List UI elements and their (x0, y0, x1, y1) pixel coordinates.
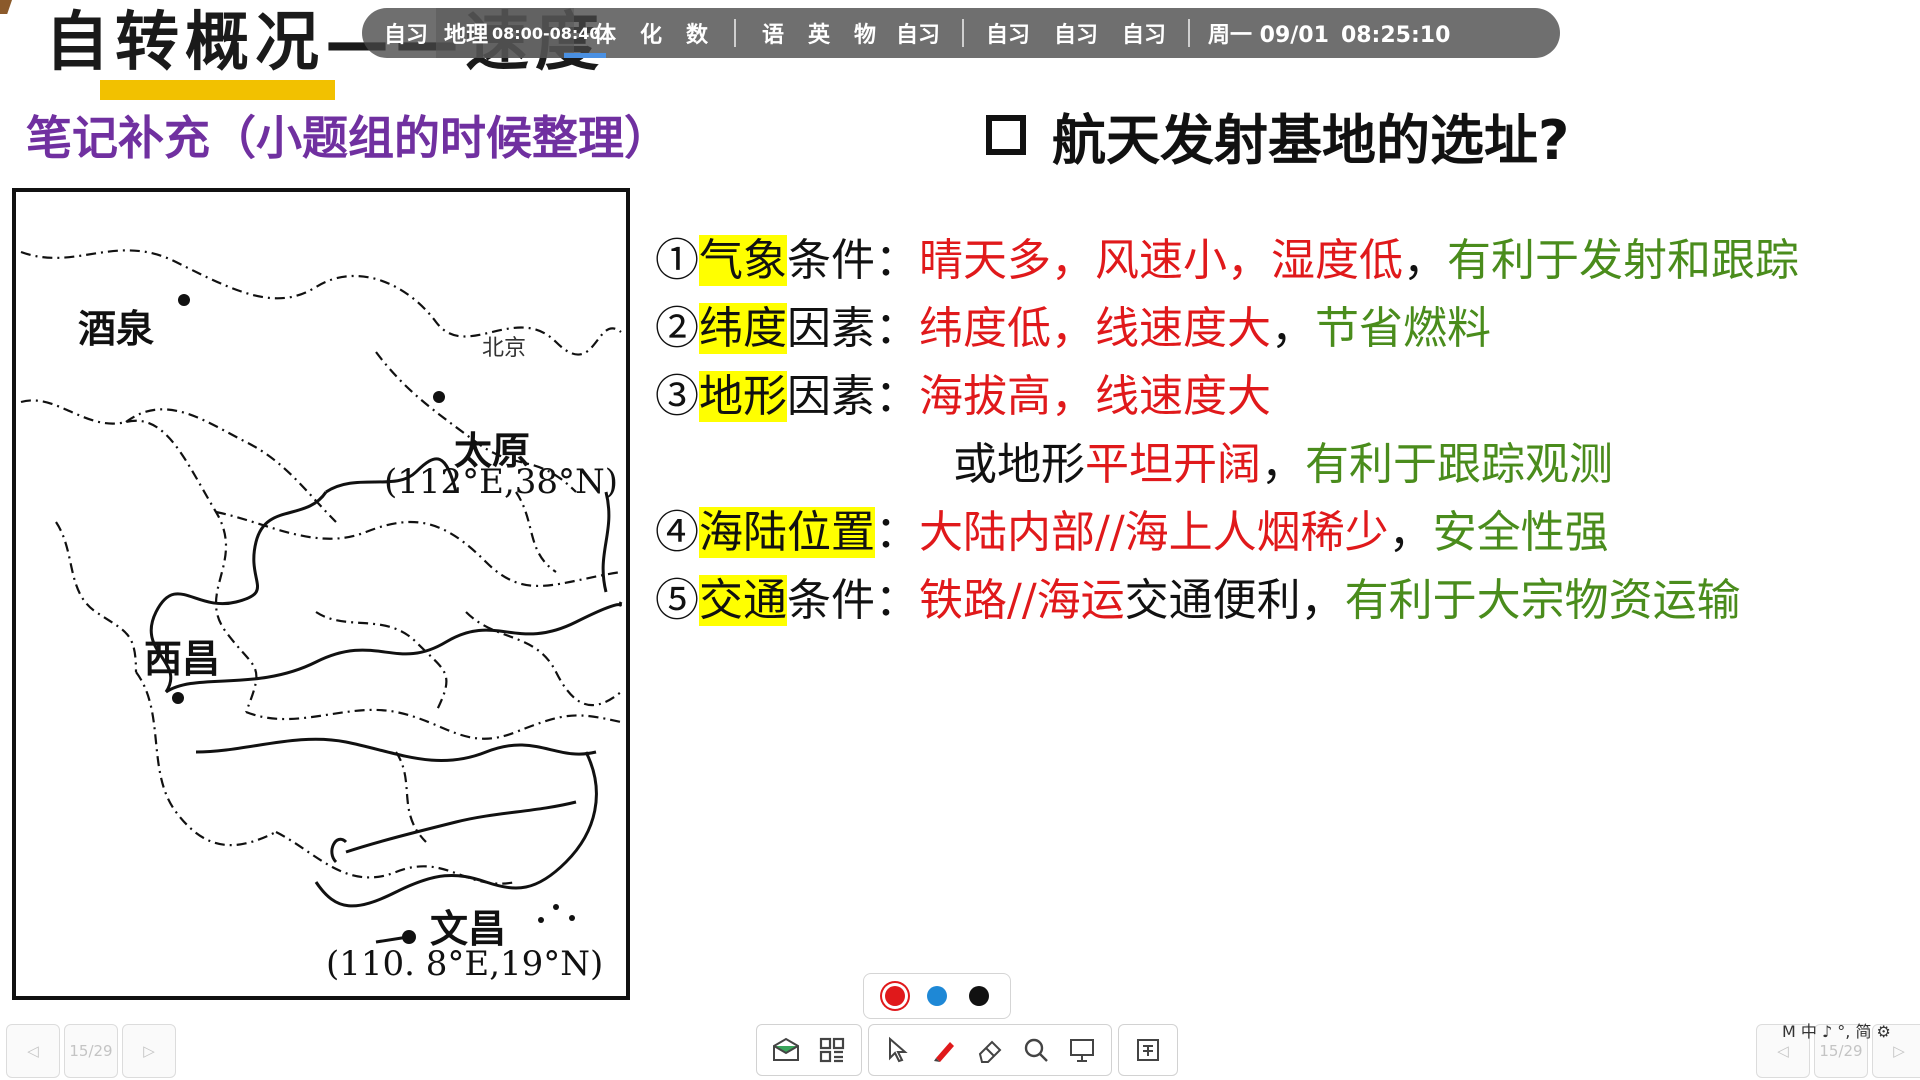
pen-color-palette (863, 973, 1011, 1019)
toolbar-group (1118, 1024, 1178, 1076)
schedule-slot: 自习 (1121, 23, 1166, 48)
toolbar-group (756, 1024, 862, 1076)
xichang-marker (172, 692, 184, 704)
note-keyword: 海陆位置 (699, 507, 875, 558)
schedule-slot: 体 (593, 23, 616, 48)
screen-icon[interactable] (1059, 1027, 1105, 1073)
city-label-xichang: 西昌 (144, 636, 221, 681)
checkbox-icon (986, 115, 1026, 155)
schedule-slot: 自习 (1053, 23, 1098, 48)
search-icon[interactable] (1013, 1027, 1059, 1073)
note-keyword: 气象 (699, 235, 787, 286)
clock-date: 周一 09/01 (1208, 23, 1329, 48)
note-item: ②纬度因素：纬度低，线速度大，节省燃料 (655, 303, 1491, 354)
schedule-slot: 化 (639, 23, 662, 48)
note-item: ③地形因素：海拔高，线速度大 (655, 371, 1271, 422)
export-icon[interactable] (1125, 1027, 1171, 1073)
eraser-icon[interactable] (967, 1027, 1013, 1073)
schedule-divider (1188, 19, 1190, 47)
pen-icon[interactable] (921, 1027, 967, 1073)
schedule-slot: 自习 (895, 23, 940, 48)
note-keyword: 地形 (699, 371, 787, 422)
note-item: ⑤交通条件：铁路//海运交通便利，有利于大宗物资运输 (655, 575, 1741, 626)
schedule-slot: 物 (853, 23, 876, 48)
note-item: ①气象条件：晴天多，风速小，湿度低，有利于发射和跟踪 (655, 235, 1799, 286)
slide-subtitle: 笔记补充（小题组的时候整理） (26, 111, 670, 165)
whiteboard-icon[interactable] (763, 1027, 809, 1073)
taiyuan-coordinates: (112°E,38°N) (384, 462, 619, 502)
color-swatch-blue[interactable] (927, 986, 947, 1006)
map-markers (172, 294, 575, 944)
page-indicator[interactable]: 15/29 (64, 1024, 118, 1078)
china-launch-sites-map: 酒泉 北京 太原 (112°E,38°N) 西昌 文昌 (110. 8°E,19… (12, 188, 630, 1000)
city-label-jiuquan: 酒泉 (78, 306, 155, 351)
clock-time: 08:25:10 (1340, 23, 1451, 48)
title-underline (100, 80, 335, 100)
note-keyword: 交通 (699, 575, 787, 626)
prev-page-button[interactable]: ◁ (6, 1024, 60, 1078)
taiyuan-marker (433, 391, 445, 403)
notes-list: ①气象条件：晴天多，风速小，湿度低，有利于发射和跟踪 ②纬度因素：纬度低，线速度… (655, 232, 1865, 640)
toolbar-group (868, 1024, 1112, 1076)
schedule-divider (734, 19, 736, 47)
wenchang-coordinates: (110. 8°E,19°N) (326, 944, 604, 984)
question-heading: 航天发射基地的选址? (986, 100, 1569, 172)
schedule-divider (962, 19, 964, 47)
next-page-button[interactable]: ▷ (122, 1024, 176, 1078)
pager-left: ◁ 15/29 ▷ (6, 1024, 176, 1078)
schedule-slot-current: 地理 08:00-08:40 (436, 8, 606, 58)
grid-icon[interactable] (809, 1027, 855, 1073)
note-item: ④海陆位置：大陆内部//海上人烟稀少，安全性强 (655, 507, 1609, 558)
current-subject: 地理 (444, 23, 489, 48)
cursor-icon[interactable] (875, 1027, 921, 1073)
schedule-slot: 语 (761, 23, 784, 48)
question-text: 航天发射基地的选址? (1052, 108, 1570, 172)
color-swatch-black[interactable] (969, 986, 989, 1006)
color-swatch-red[interactable] (885, 986, 905, 1006)
clock: 周一 09/01 08:25:10 (1208, 17, 1450, 49)
class-schedule-bar: 自习 地理 08:00-08:40 体 化 数 语 英 物 自习 自习 自习 自… (362, 8, 1560, 58)
ime-status-bar[interactable]: M 中 ♪ °, 简 ⚙ (1782, 1018, 1891, 1042)
schedule-slot: 数 (685, 23, 708, 48)
schedule-slot: 英 (807, 23, 830, 48)
jiuquan-marker (178, 294, 190, 306)
bottom-toolbar (756, 1024, 1178, 1076)
app-corner-icon (0, 0, 12, 14)
schedule-slot: 自习 (383, 23, 428, 48)
note-keyword: 纬度 (699, 303, 787, 354)
schedule-slot: 自习 (985, 23, 1030, 48)
note-item-continuation: 或地形平坦开阔，有利于跟踪观测 (953, 439, 1613, 490)
city-label-beijing: 北京 (482, 336, 527, 361)
